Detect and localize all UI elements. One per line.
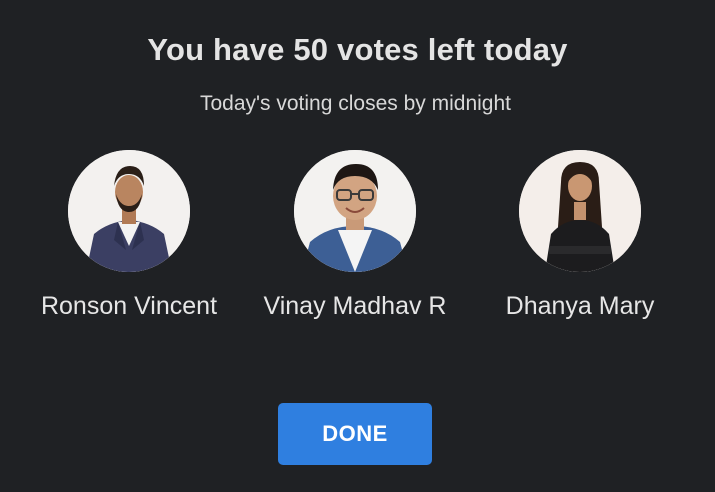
contestant-ronson-vincent[interactable]: Ronson Vincent bbox=[19, 150, 239, 321]
contestant-avatar[interactable] bbox=[519, 150, 641, 272]
contestant-avatar[interactable] bbox=[68, 150, 190, 272]
contestant-name: Vinay Madhav R bbox=[263, 292, 447, 320]
contestant-name: Dhanya Mary bbox=[505, 292, 655, 320]
contestant-avatar[interactable] bbox=[294, 150, 416, 272]
contestant-name: Ronson Vincent bbox=[40, 292, 218, 320]
dialog-subtitle: Today's voting closes by midnight bbox=[199, 92, 511, 115]
dialog-title: You have 50 votes left today bbox=[147, 32, 568, 67]
contestant-vinay-madhav-r[interactable]: Vinay Madhav R bbox=[245, 150, 465, 321]
done-button[interactable]: DONE bbox=[278, 403, 432, 465]
contestant-dhanya-mary[interactable]: Dhanya Mary bbox=[470, 150, 690, 321]
